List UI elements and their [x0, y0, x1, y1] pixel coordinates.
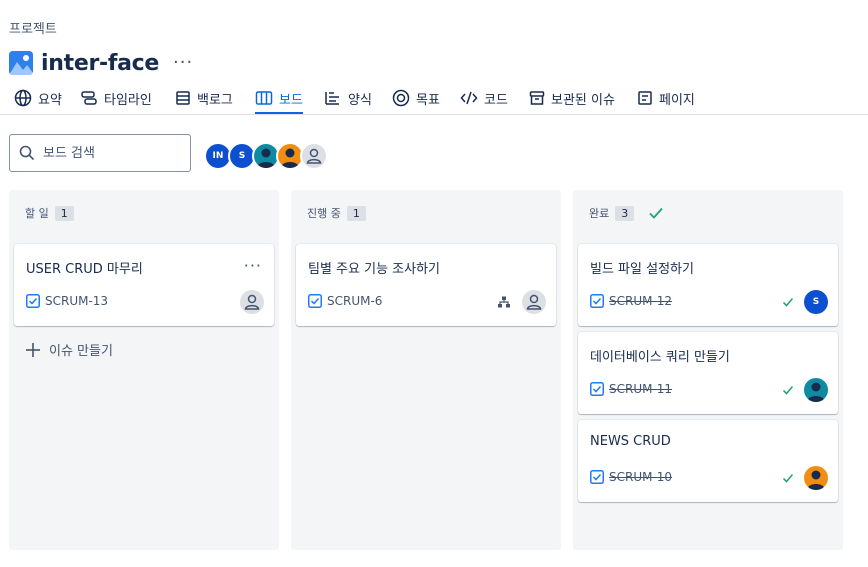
issue-key[interactable]: SCRUM-13 — [45, 294, 108, 308]
more-actions-icon[interactable]: ··· — [173, 54, 193, 72]
tab-board[interactable]: 보드 — [255, 84, 303, 114]
avatar-person-icon[interactable] — [804, 466, 828, 490]
column-count: 1 — [346, 205, 366, 221]
column-in-progress: 진행 중 1 팀별 주요 기능 조사하기 SCRUM-6 — [291, 190, 561, 550]
column-count: 1 — [54, 205, 74, 221]
card-title: 팀별 주요 기능 조사하기 — [308, 262, 440, 277]
tab-label: 페이지 — [659, 92, 695, 108]
project-avatar-icon — [9, 51, 33, 75]
tab-form[interactable]: 양식 — [324, 84, 372, 112]
board-search[interactable] — [9, 134, 191, 172]
create-issue-label: 이슈 만들기 — [49, 344, 113, 359]
tab-backlog[interactable]: 백로그 — [175, 84, 233, 112]
avatar-initials: S — [238, 151, 246, 161]
project-tabs: 요약 타임라인 백로그 보드 양식 목표 코드 보관된 이슈 페이지 — [0, 84, 868, 115]
tab-label: 보관된 이슈 — [551, 92, 615, 108]
issue-key[interactable]: SCRUM-10 — [609, 470, 672, 484]
card-title: 데이터베이스 쿼리 만들기 — [590, 350, 730, 365]
search-icon — [19, 145, 35, 161]
unassigned-avatar-icon[interactable] — [300, 142, 328, 170]
card-title: 빌드 파일 설정하기 — [590, 262, 694, 277]
column-header: 완료 3 — [589, 205, 664, 221]
column-done: 완료 3 빌드 파일 설정하기 SCRUM-12 S 데이터베이스 쿼리 만들기… — [573, 190, 843, 550]
column-todo: 할 일 1 USER CRUD 마무리 ··· SCRUM-13 이슈 만들기 — [9, 190, 279, 550]
board-icon — [255, 91, 273, 105]
goal-icon — [392, 89, 410, 107]
column-title: 할 일 — [25, 207, 49, 220]
card-assignee: S — [782, 290, 828, 314]
timeline-icon — [81, 91, 97, 105]
card-key: SCRUM-11 — [590, 382, 672, 396]
page-icon — [638, 91, 652, 105]
tab-code[interactable]: 코드 — [460, 84, 508, 112]
issue-key[interactable]: SCRUM-6 — [327, 294, 382, 308]
card-key: SCRUM-13 — [26, 294, 108, 308]
tab-label: 양식 — [348, 92, 372, 108]
assignee-filter: IN S — [204, 142, 328, 170]
card-key: SCRUM-6 — [308, 294, 382, 308]
done-check-icon — [782, 474, 794, 483]
issue-card[interactable]: NEWS CRUD SCRUM-10 — [578, 420, 838, 502]
column-title: 진행 중 — [307, 207, 341, 220]
avatar-initials: S — [812, 297, 820, 307]
tab-summary[interactable]: 요약 — [14, 84, 62, 112]
tab-archived-issues[interactable]: 보관된 이슈 — [529, 84, 615, 112]
issue-key[interactable]: SCRUM-12 — [609, 294, 672, 308]
unassigned-avatar-icon[interactable] — [522, 290, 546, 314]
issue-card[interactable]: 빌드 파일 설정하기 SCRUM-12 S — [578, 244, 838, 326]
issue-card[interactable]: 데이터베이스 쿼리 만들기 SCRUM-11 — [578, 332, 838, 414]
task-checkbox-icon — [590, 382, 604, 396]
issue-card[interactable]: USER CRUD 마무리 ··· SCRUM-13 — [14, 244, 274, 326]
backlog-icon — [176, 91, 190, 105]
tab-label: 보드 — [279, 92, 303, 108]
avatar-initials: IN — [212, 151, 224, 161]
column-title: 완료 — [589, 207, 610, 220]
create-issue-button[interactable]: 이슈 만들기 — [25, 340, 113, 359]
tab-goal[interactable]: 목표 — [392, 84, 440, 112]
done-check-icon — [782, 386, 794, 395]
card-title: USER CRUD 마무리 — [26, 262, 143, 277]
tab-label: 코드 — [484, 92, 508, 108]
project-title: inter-face — [41, 50, 160, 76]
card-assignee — [782, 466, 828, 490]
column-header: 할 일 1 — [25, 205, 74, 221]
tab-label: 목표 — [416, 92, 440, 108]
unassigned-avatar-icon[interactable] — [240, 290, 264, 314]
form-icon — [325, 92, 339, 105]
child-issues-icon[interactable] — [498, 296, 510, 308]
avatar[interactable]: S — [804, 290, 828, 314]
done-check-icon — [649, 207, 663, 219]
search-input[interactable] — [41, 144, 185, 162]
task-checkbox-icon — [590, 294, 604, 308]
card-assignee — [782, 378, 828, 402]
globe-icon — [14, 89, 32, 107]
code-icon — [460, 91, 478, 105]
task-checkbox-icon — [590, 470, 604, 484]
card-more-icon[interactable]: ··· — [244, 256, 262, 275]
breadcrumb[interactable]: 프로젝트 — [9, 18, 57, 37]
project-header: inter-face ··· — [9, 48, 193, 78]
column-count: 3 — [615, 205, 635, 221]
done-check-icon — [782, 298, 794, 307]
tab-pages[interactable]: 페이지 — [637, 84, 695, 112]
card-title: NEWS CRUD — [590, 434, 671, 449]
issue-card[interactable]: 팀별 주요 기능 조사하기 SCRUM-6 — [296, 244, 556, 326]
card-assignee — [498, 290, 546, 314]
card-key: SCRUM-10 — [590, 470, 672, 484]
tab-label: 타임라인 — [104, 92, 152, 108]
avatar-person-icon[interactable] — [804, 378, 828, 402]
card-key: SCRUM-12 — [590, 294, 672, 308]
task-checkbox-icon — [26, 294, 40, 308]
tab-timeline[interactable]: 타임라인 — [80, 84, 152, 112]
tab-label: 백로그 — [197, 92, 233, 108]
task-checkbox-icon — [308, 294, 322, 308]
tab-label: 요약 — [38, 92, 62, 108]
archive-icon — [529, 91, 545, 105]
card-assignee — [240, 290, 264, 314]
column-header: 진행 중 1 — [307, 205, 366, 221]
issue-key[interactable]: SCRUM-11 — [609, 382, 672, 396]
plus-icon — [26, 342, 40, 357]
